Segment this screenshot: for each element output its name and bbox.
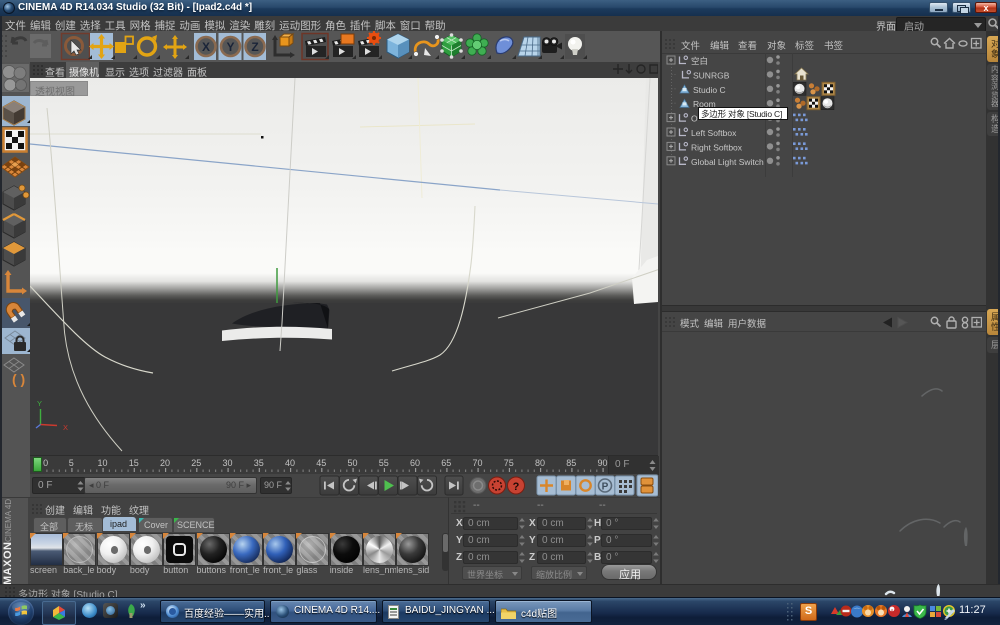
svg-text:30: 30 <box>222 458 232 468</box>
svg-text:80: 80 <box>535 458 545 468</box>
svg-text:Y: Y <box>226 40 234 54</box>
svg-text:O: O <box>691 114 698 124</box>
svg-text:65: 65 <box>441 458 451 468</box>
svg-text:50: 50 <box>347 458 357 468</box>
svg-text:P: P <box>602 482 609 493</box>
svg-text:X: X <box>63 423 68 432</box>
svg-text:70: 70 <box>472 458 482 468</box>
svg-text:85: 85 <box>566 458 576 468</box>
svg-text:Z: Z <box>251 40 258 54</box>
svg-text:60: 60 <box>410 458 420 468</box>
svg-text:5: 5 <box>69 458 74 468</box>
svg-text:空白: 空白 <box>691 56 708 66</box>
svg-text:( ): ( ) <box>12 371 25 387</box>
svg-text:35: 35 <box>254 458 264 468</box>
svg-text:X: X <box>202 40 210 54</box>
svg-text:Global Light Switch: Global Light Switch <box>691 157 764 167</box>
svg-text:20: 20 <box>160 458 170 468</box>
svg-text:Right Softbox: Right Softbox <box>691 142 743 152</box>
svg-text:?: ? <box>513 481 520 493</box>
svg-text:45: 45 <box>316 458 326 468</box>
svg-text:Left Softbox: Left Softbox <box>691 128 737 138</box>
svg-text:Studio C: Studio C <box>693 85 726 95</box>
svg-text:Y: Y <box>37 399 42 408</box>
svg-text:75: 75 <box>504 458 514 468</box>
svg-text:SUNRGB: SUNRGB <box>693 70 730 80</box>
svg-text:15: 15 <box>129 458 139 468</box>
svg-text:55: 55 <box>379 458 389 468</box>
svg-text:40: 40 <box>285 458 295 468</box>
svg-text:90: 90 <box>597 458 607 468</box>
svg-text:25: 25 <box>191 458 201 468</box>
svg-text:0: 0 <box>43 458 48 468</box>
svg-text:10: 10 <box>97 458 107 468</box>
